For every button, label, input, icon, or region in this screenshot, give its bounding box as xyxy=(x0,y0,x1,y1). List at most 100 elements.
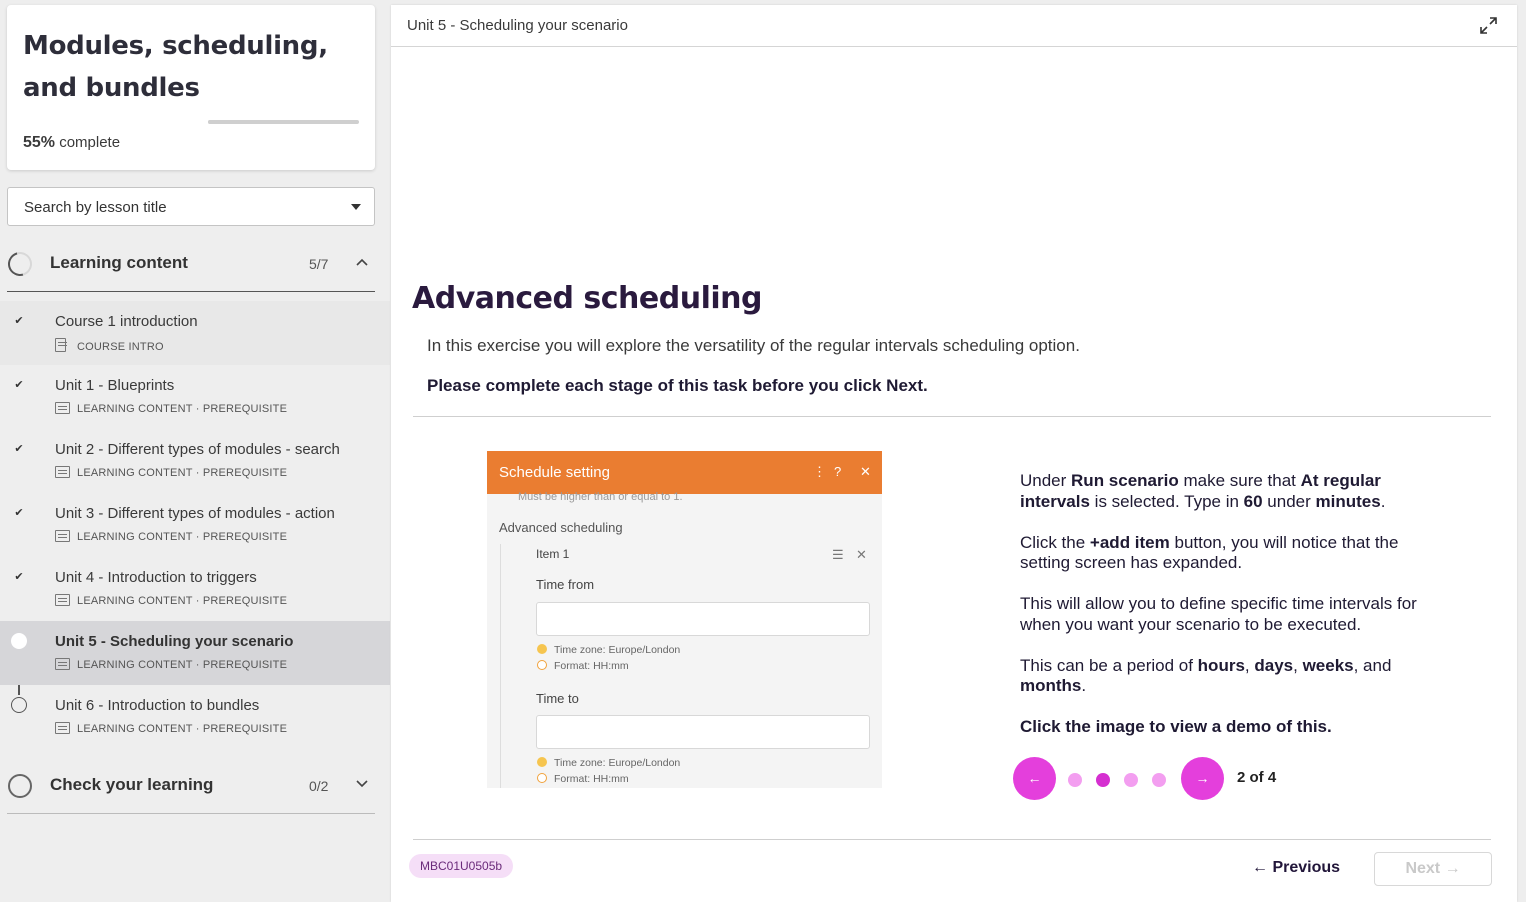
check-icon: ✔ xyxy=(14,507,24,519)
section-progress-ring-icon xyxy=(8,774,32,798)
chevron-up-icon[interactable] xyxy=(356,255,368,267)
slide-next-button[interactable]: → xyxy=(1181,757,1224,800)
lesson-title: Unit 4 - Introduction to triggers xyxy=(55,569,257,586)
pagination-dot[interactable] xyxy=(1096,773,1110,787)
caret-down-icon xyxy=(351,204,361,210)
slide-paragraph: This will allow you to define specific t… xyxy=(1020,594,1417,634)
lesson-title: Unit 1 - Blueprints xyxy=(55,377,175,394)
progress-percent: 55% xyxy=(23,134,56,151)
screenshot-time-to-label: Time to xyxy=(536,691,579,706)
screenshot-time-from-field xyxy=(536,602,870,636)
expand-icon[interactable] xyxy=(1480,17,1497,34)
check-icon: ✔ xyxy=(14,571,24,583)
slides-icon xyxy=(55,466,70,478)
globe-icon xyxy=(537,644,547,654)
close-icon: ✕ xyxy=(860,464,871,479)
slide-counter: 2 of 4 xyxy=(1237,769,1277,786)
lesson-panel: Unit 5 - Scheduling your scenario Advanc… xyxy=(391,5,1517,902)
slide-text: Under Run scenario make sure that At reg… xyxy=(1020,471,1430,738)
lesson-meta: LEARNING CONTENT · PREREQUISITE xyxy=(55,722,287,736)
lesson-item[interactable]: ✔ Unit 4 - Introduction to triggers LEAR… xyxy=(0,557,390,621)
section-divider xyxy=(7,813,375,814)
lesson-item[interactable]: ✔ Course 1 introduction COURSE INTRO xyxy=(0,301,390,365)
help-icon: ? xyxy=(834,464,842,479)
clock-icon xyxy=(537,773,547,783)
check-icon: ✔ xyxy=(14,315,24,327)
screenshot-time-from-label: Time from xyxy=(536,577,595,592)
lesson-meta: COURSE INTRO xyxy=(55,338,164,353)
close-icon: ✕ xyxy=(856,547,867,562)
menu-icon: ☰ xyxy=(832,547,844,562)
section-title: Learning content xyxy=(50,253,188,272)
progress-text: 55% complete xyxy=(23,134,120,152)
lesson-header-title: Unit 5 - Scheduling your scenario xyxy=(407,17,628,34)
next-button[interactable]: Next → xyxy=(1374,852,1492,886)
screenshot-section-label: Advanced scheduling xyxy=(499,520,623,535)
section-title: Check your learning xyxy=(50,775,214,794)
previous-button[interactable]: ← Previous xyxy=(1252,859,1340,877)
empty-circle-icon xyxy=(11,697,27,713)
lesson-item-current[interactable]: Unit 5 - Scheduling your scenario LEARNI… xyxy=(0,621,390,685)
screenshot-note: Time zone: Europe/London xyxy=(537,644,680,656)
section-progress-ring-icon xyxy=(3,247,37,281)
chevron-down-icon[interactable] xyxy=(356,777,368,789)
lesson-search-placeholder: Search by lesson title xyxy=(24,199,167,216)
screenshot-guide-line xyxy=(500,544,501,788)
lesson-search-select[interactable]: Search by lesson title xyxy=(7,187,375,226)
slides-icon xyxy=(55,530,70,542)
slide-paragraph: This can be a period of hours, days, wee… xyxy=(1020,655,1392,696)
lesson-item[interactable]: ✔ Unit 3 - Different types of modules - … xyxy=(0,493,390,557)
section-check-your-learning[interactable]: Check your learning 0/2 xyxy=(0,761,390,811)
pagination-dot[interactable] xyxy=(1152,773,1166,787)
lesson-heading: Advanced scheduling xyxy=(412,281,762,316)
lesson-meta: LEARNING CONTENT · PREREQUISITE xyxy=(55,594,287,608)
more-icon: ⋮ xyxy=(813,464,826,479)
screenshot-title: Schedule setting xyxy=(499,464,610,481)
content-divider xyxy=(413,416,1491,417)
slides-icon xyxy=(55,658,70,670)
slide-paragraph: Under Run scenario make sure that At reg… xyxy=(1020,471,1386,511)
pagination-dot[interactable] xyxy=(1068,773,1082,787)
lesson-code-badge: MBC01U0505b xyxy=(409,854,514,878)
section-learning-content[interactable]: Learning content 5/7 xyxy=(0,239,390,289)
slides-icon xyxy=(55,722,70,734)
course-title: Modules, scheduling, and bundles xyxy=(23,31,328,103)
slide-prev-button[interactable]: ← xyxy=(1013,757,1056,800)
check-icon: ✔ xyxy=(14,443,24,455)
slide-paragraph: Click the +add item button, you will not… xyxy=(1020,532,1399,573)
lesson-title: Course 1 introduction xyxy=(55,313,198,330)
lesson-meta: LEARNING CONTENT · PREREQUISITE xyxy=(55,658,287,672)
document-icon xyxy=(55,338,67,352)
lesson-title: Unit 6 - Introduction to bundles xyxy=(55,697,260,714)
section-count: 0/2 xyxy=(309,778,329,794)
lesson-item[interactable]: ✔ Unit 1 - Blueprints LEARNING CONTENT ·… xyxy=(0,365,390,429)
lesson-item[interactable]: Unit 6 - Introduction to bundles LEARNIN… xyxy=(0,685,390,749)
demo-screenshot-image[interactable]: Schedule setting ⋮ ? ✕ Must be higher th… xyxy=(487,451,882,788)
current-lesson-dot-icon xyxy=(11,633,27,649)
course-card: Modules, scheduling, and bundles 55% com… xyxy=(7,5,375,170)
lesson-header: Unit 5 - Scheduling your scenario xyxy=(391,5,1517,47)
lesson-item[interactable]: ✔ Unit 2 - Different types of modules - … xyxy=(0,429,390,493)
lesson-meta: LEARNING CONTENT · PREREQUISITE xyxy=(55,530,287,544)
progress-suffix: complete xyxy=(59,134,121,151)
section-count: 5/7 xyxy=(309,256,329,272)
lesson-meta: LEARNING CONTENT · PREREQUISITE xyxy=(55,466,287,480)
lesson-instruction: Please complete each stage of this task … xyxy=(427,376,928,395)
footer-divider xyxy=(413,839,1491,840)
slides-icon xyxy=(55,402,70,414)
progress-fill xyxy=(208,120,292,124)
clock-icon xyxy=(537,660,547,670)
slides-icon xyxy=(55,594,70,606)
lesson-meta: LEARNING CONTENT · PREREQUISITE xyxy=(55,402,287,416)
screenshot-note: Time zone: Europe/London xyxy=(537,757,680,769)
screenshot-titlebar: Schedule setting ⋮ ? ✕ xyxy=(487,451,882,494)
section-divider xyxy=(7,291,375,292)
screenshot-time-to-field xyxy=(536,715,870,749)
screenshot-note: Format: HH:mm xyxy=(537,773,629,785)
lesson-intro: In this exercise you will explore the ve… xyxy=(427,336,1080,355)
screenshot-cut-text: Must be higher than or equal to 1. xyxy=(518,491,683,503)
progress-bar xyxy=(208,120,359,124)
screenshot-item-label: Item 1 xyxy=(536,547,570,561)
globe-icon xyxy=(537,757,547,767)
pagination-dot[interactable] xyxy=(1124,773,1138,787)
